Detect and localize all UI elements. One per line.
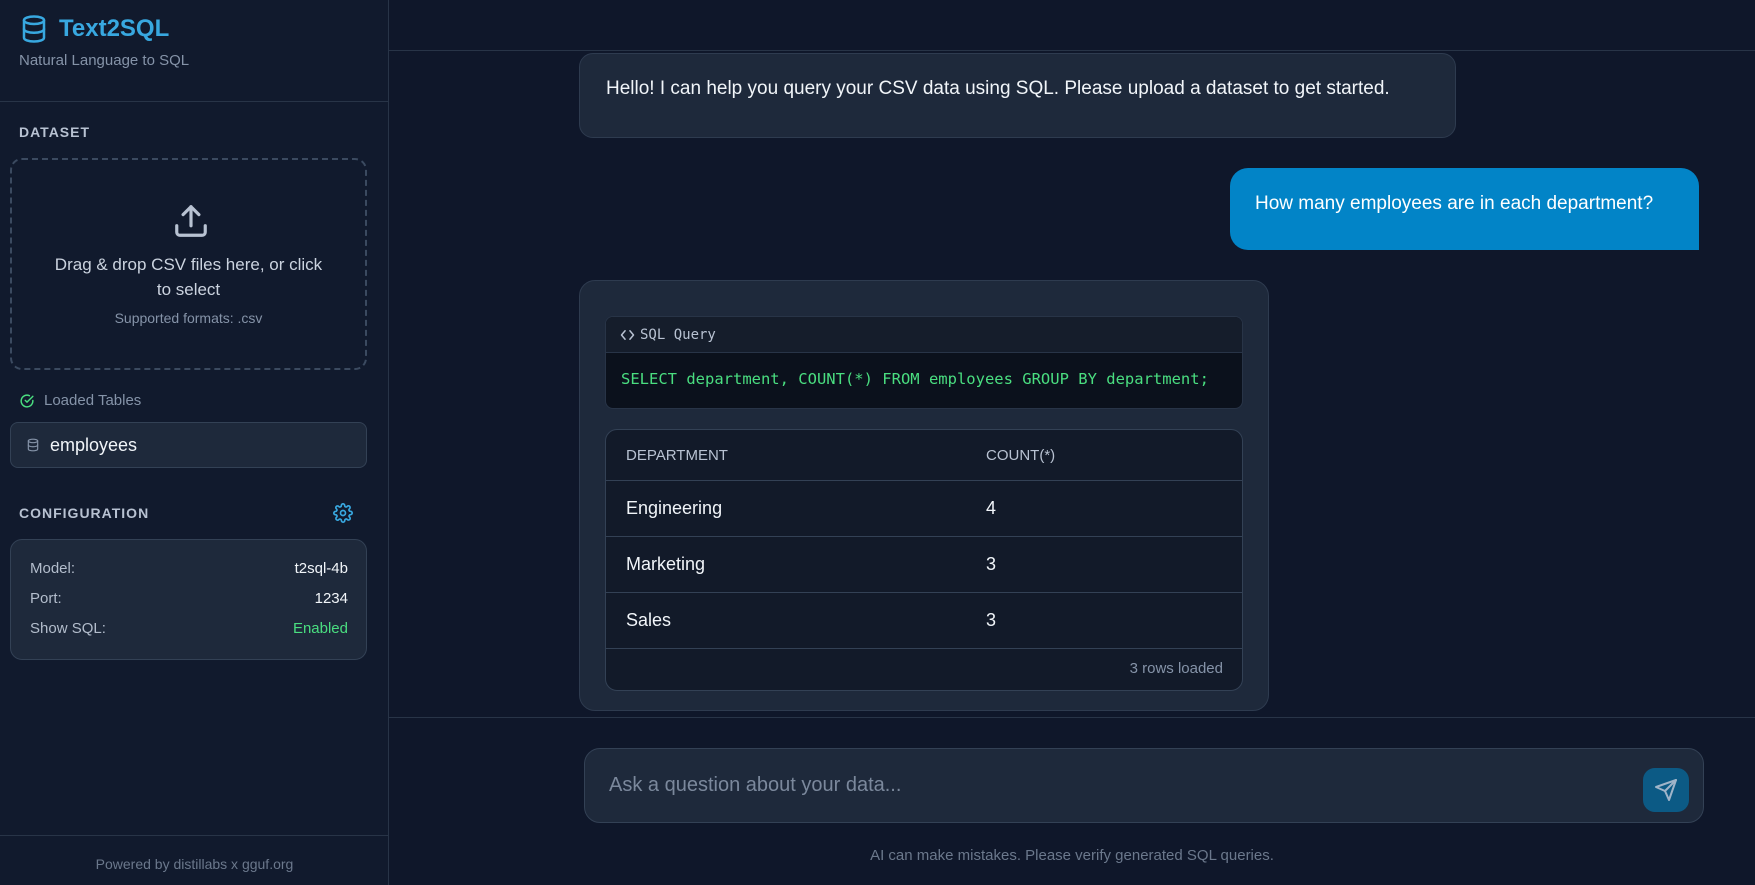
dropzone-text: Drag & drop CSV files here, or click to …	[54, 255, 323, 299]
config-value-enabled: Enabled	[292, 620, 348, 637]
loaded-tables-header: Loaded Tables	[20, 392, 141, 409]
configuration-section-label: CONFIGURATION	[19, 505, 150, 521]
gear-icon[interactable]	[333, 503, 353, 523]
config-key: Show SQL:	[30, 620, 106, 637]
user-message: How many employees are in each departmen…	[1230, 168, 1699, 250]
rows-loaded-count: 3 rows loaded	[1129, 660, 1223, 677]
table-database-icon	[27, 438, 39, 452]
send-button[interactable]	[1643, 768, 1689, 812]
sidebar-footer-divider	[0, 835, 389, 836]
dataset-section-label: DATASET	[19, 124, 91, 140]
check-circle-icon	[20, 393, 34, 408]
sql-query-label: SQL Query	[640, 326, 716, 343]
table-header-row: DEPARTMENT COUNT(*)	[606, 430, 1242, 481]
input-divider	[389, 717, 1755, 718]
assistant-message: Hello! I can help you query your CSV dat…	[579, 53, 1456, 138]
sql-query-block: SQL Query SELECT department, COUNT(*) FR…	[605, 316, 1243, 409]
brand: Text2SQL	[19, 14, 169, 44]
sql-query-header: SQL Query	[606, 317, 1242, 353]
config-row-model: Model: t2sql-4b	[30, 560, 348, 577]
dropzone-formats: Supported formats: .csv	[114, 310, 263, 326]
column-header: COUNT(*)	[986, 446, 1056, 464]
table-cell: 4	[986, 498, 997, 518]
sidebar: Text2SQL Natural Language to SQL DATASET…	[0, 0, 389, 885]
csv-dropzone[interactable]: Drag & drop CSV files here, or click to …	[10, 158, 367, 370]
powered-by: Powered by distillabs x gguf.org	[95, 856, 294, 872]
table-row: Sales 3	[606, 593, 1242, 649]
table-cell: Sales	[626, 610, 672, 630]
database-icon	[22, 15, 46, 43]
question-input[interactable]	[584, 748, 1704, 823]
send-icon	[1655, 779, 1677, 801]
table-cell: 3	[986, 554, 997, 574]
table-cell: Engineering	[626, 498, 723, 518]
config-panel: Model: t2sql-4b Port: 1234 Show SQL: Ena…	[10, 539, 367, 660]
config-value: t2sql-4b	[294, 560, 348, 577]
table-cell: Marketing	[626, 554, 706, 574]
code-icon	[620, 329, 635, 340]
sidebar-divider	[0, 101, 389, 102]
brand-title: Text2SQL	[59, 15, 170, 42]
assistant-result-message: SQL Query SELECT department, COUNT(*) FR…	[579, 280, 1269, 711]
header-divider	[389, 50, 1755, 51]
table-row: Marketing 3	[606, 537, 1242, 593]
column-header: DEPARTMENT	[626, 446, 728, 464]
sql-code: SELECT department, COUNT(*) FROM employe…	[621, 370, 1209, 388]
table-item-employees[interactable]: employees	[10, 422, 367, 468]
table-row: Engineering 4	[606, 481, 1242, 537]
upload-icon	[175, 205, 207, 237]
config-row-show-sql: Show SQL: Enabled	[30, 620, 348, 637]
loaded-tables-label: Loaded Tables	[44, 392, 142, 409]
config-key: Model:	[30, 560, 76, 577]
brand-subtitle: Natural Language to SQL	[19, 52, 190, 69]
config-row-port: Port: 1234	[30, 590, 348, 607]
disclaimer: AI can make mistakes. Please verify gene…	[870, 847, 1274, 864]
table-item-label: employees	[50, 434, 138, 455]
config-value: 1234	[314, 590, 348, 607]
config-key: Port:	[30, 590, 62, 607]
result-table: DEPARTMENT COUNT(*) Engineering 4 Market…	[605, 429, 1243, 691]
table-cell: 3	[986, 610, 997, 630]
